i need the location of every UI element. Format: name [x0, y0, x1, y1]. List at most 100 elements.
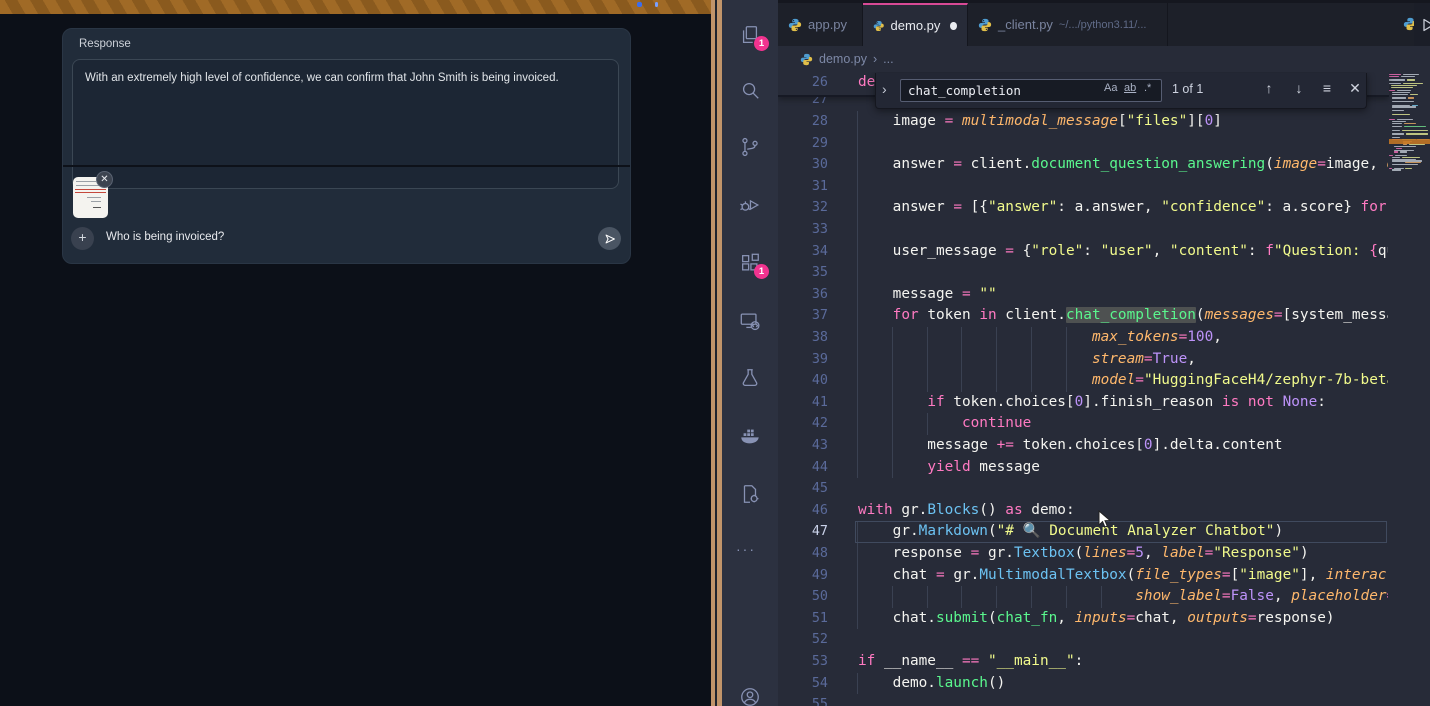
line-number: 30 [778, 154, 828, 176]
tab-label: app.py [808, 17, 847, 32]
test-beaker-icon[interactable] [739, 367, 761, 389]
modified-dot-icon[interactable] [950, 22, 957, 30]
screenshot-stage: Response With an extremely high level of… [0, 0, 1430, 706]
python-icon [800, 53, 813, 66]
code-line[interactable]: 42 continue [778, 413, 1388, 435]
line-number: 38 [778, 327, 828, 349]
run-debug-icon[interactable] [739, 194, 761, 216]
whole-word-toggle[interactable]: ab [1124, 82, 1136, 94]
breadcrumb-symbol[interactable]: ... [883, 52, 893, 66]
add-attachment-button[interactable]: + [71, 227, 94, 250]
window-divider [711, 0, 722, 706]
docker-icon[interactable] [739, 425, 761, 447]
send-icon [603, 232, 617, 246]
source-control-icon[interactable] [739, 136, 761, 158]
code-line[interactable]: 49 chat = gr.MultimodalTextbox(file_type… [778, 565, 1388, 587]
code-line[interactable]: 46with gr.Blocks() as demo: [778, 500, 1388, 522]
tab-client-py[interactable]: _client.py ~/.../python3.11/... [968, 3, 1168, 46]
find-next-button[interactable]: ↓ [1289, 80, 1309, 96]
line-number: 31 [778, 176, 828, 198]
code-line[interactable]: 32 answer = [{"answer": a.answer, "confi… [778, 197, 1388, 219]
window-top-stripe-bar [0, 0, 711, 14]
code-line[interactable]: 28 image = multimodal_message["files"][0… [778, 111, 1388, 133]
activity-bar: 1 1 [722, 0, 778, 706]
find-previous-button[interactable]: ↑ [1259, 80, 1279, 96]
search-icon[interactable] [739, 79, 761, 101]
code-line[interactable]: 40 model="HuggingFaceH4/zephyr-7b-beta")… [778, 370, 1388, 392]
find-expand-chevron-icon[interactable]: › [882, 81, 887, 97]
code-line[interactable]: 37 for token in client.chat_completion(m… [778, 305, 1388, 327]
tab-app-py[interactable]: app.py [778, 3, 863, 46]
python-icon [788, 18, 802, 32]
code-editor[interactable]: 2728 image = multimodal_message["files"]… [778, 72, 1430, 706]
line-number: 55 [778, 694, 828, 706]
regex-toggle[interactable]: .* [1144, 82, 1151, 94]
breadcrumb-separator: › [873, 52, 877, 66]
line-number: 45 [778, 478, 828, 500]
line-number: 51 [778, 608, 828, 630]
python-icon [873, 19, 885, 33]
code-line[interactable]: 39 stream=True, [778, 349, 1388, 371]
code-line[interactable]: 50 show_label=False, placeholder="Upload… [778, 586, 1388, 608]
line-number: 46 [778, 500, 828, 522]
wallpaper-dot [655, 2, 658, 7]
remote-explorer-icon[interactable] [739, 310, 761, 332]
code-line[interactable]: 35 [778, 262, 1388, 284]
line-number: 53 [778, 651, 828, 673]
minimap-find-match-band [1389, 139, 1430, 144]
attachment-close-button[interactable]: ✕ [96, 171, 113, 188]
code-line[interactable]: 41 if token.choices[0].finish_reason is … [778, 392, 1388, 414]
code-line[interactable]: 53if __name__ == "__main__": [778, 651, 1388, 673]
code-line[interactable]: 30 answer = client.document_question_ans… [778, 154, 1388, 176]
code-line[interactable]: 43 message += token.choices[0].delta.con… [778, 435, 1388, 457]
code-line[interactable]: 36 message = "" [778, 284, 1388, 306]
response-textarea[interactable]: With an extremely high level of confiden… [72, 59, 619, 189]
find-widget: › Aa ab .* 1 of 1 ↑ ↓ ≡ ✕ [875, 73, 1367, 109]
chat-input-text[interactable]: Who is being invoiced? [106, 231, 224, 243]
line-number: 44 [778, 457, 828, 479]
tab-label: _client.py [998, 17, 1053, 32]
line-number: 40 [778, 370, 828, 392]
code-line[interactable]: 54 demo.launch() [778, 673, 1388, 695]
find-input[interactable] [900, 79, 1162, 102]
code-line[interactable]: 52 [778, 629, 1388, 651]
code-line[interactable]: 45 [778, 478, 1388, 500]
line-number: 47 [778, 521, 828, 543]
match-case-toggle[interactable]: Aa [1104, 82, 1117, 94]
code-line[interactable]: 34 user_message = {"role": "user", "cont… [778, 241, 1388, 263]
tab-label: demo.py [891, 18, 941, 33]
code-line[interactable]: 38 max_tokens=100, [778, 327, 1388, 349]
line-number: 48 [778, 543, 828, 565]
code-line[interactable]: 31 [778, 176, 1388, 198]
code-line[interactable]: 48 response = gr.Textbox(lines=5, label=… [778, 543, 1388, 565]
code-line[interactable]: 44 yield message [778, 457, 1388, 479]
code-line[interactable]: 47 gr.Markdown("# 🔍 Document Analyzer Ch… [778, 521, 1388, 543]
run-button[interactable] [1420, 17, 1430, 33]
task-file-gear-icon[interactable] [739, 483, 761, 505]
line-number: 39 [778, 349, 828, 371]
mouse-cursor [1098, 510, 1112, 529]
extensions-badge: 1 [754, 264, 769, 279]
line-number: 34 [778, 241, 828, 263]
send-button[interactable] [598, 227, 621, 250]
explorer-badge: 1 [754, 36, 769, 51]
account-icon[interactable] [739, 686, 761, 706]
breadcrumb[interactable]: demo.py › ... [778, 46, 1430, 72]
minimap[interactable] [1389, 72, 1430, 706]
line-number: 50 [778, 586, 828, 608]
gradio-panel: Response With an extremely high level of… [62, 28, 631, 264]
line-number: 36 [778, 284, 828, 306]
tab-demo-py[interactable]: demo.py [863, 3, 968, 46]
code-line[interactable]: 55 [778, 694, 1388, 706]
editor-actions [1414, 3, 1430, 46]
code-line[interactable]: 29 [778, 133, 1388, 155]
code-line[interactable]: 51 chat.submit(chat_fn, inputs=chat, out… [778, 608, 1388, 630]
find-close-button[interactable]: ✕ [1345, 80, 1365, 97]
find-in-selection-button[interactable]: ≡ [1317, 80, 1337, 96]
code-line[interactable]: 33 [778, 219, 1388, 241]
more-views-icon[interactable]: ··· [736, 541, 756, 557]
breadcrumb-file[interactable]: demo.py [819, 52, 867, 66]
line-number: 28 [778, 111, 828, 133]
line-number: 54 [778, 673, 828, 695]
line-number: 32 [778, 197, 828, 219]
